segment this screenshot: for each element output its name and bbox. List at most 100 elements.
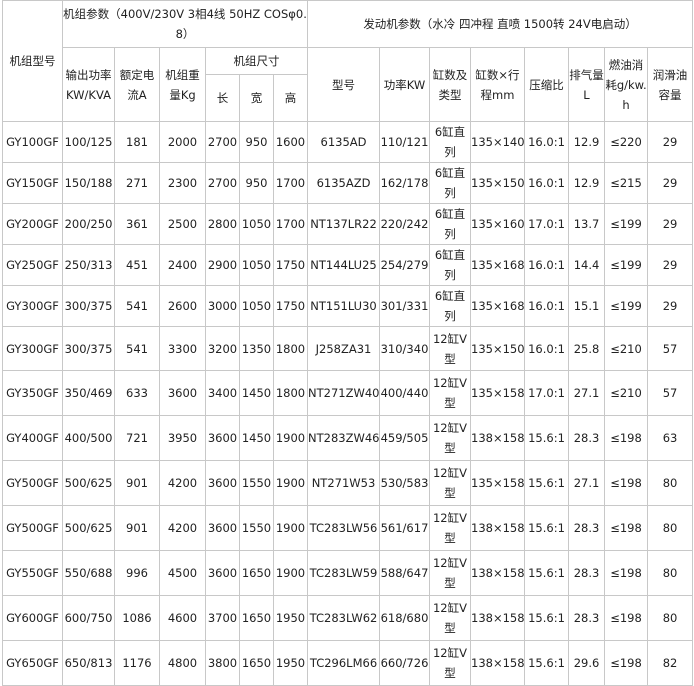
- cell-power: 350/469: [62, 370, 115, 416]
- cell-disp: 12.9: [568, 162, 605, 204]
- cell-fuel: ≤198: [604, 460, 648, 506]
- cell-engine: NT137LR22: [307, 203, 380, 245]
- cell-model: GY350GF: [2, 370, 63, 416]
- cell-model: GY300GF: [2, 326, 63, 371]
- cell-h: 1750: [273, 244, 308, 286]
- cell-current: 996: [114, 550, 160, 596]
- cell-h: 1900: [273, 415, 308, 461]
- cell-ratio: 15.6:1: [524, 460, 569, 506]
- cell-h: 1950: [273, 595, 308, 641]
- cell-engine: 6135AD: [307, 121, 380, 163]
- cell-current: 181: [114, 121, 160, 163]
- cell-ratio: 15.6:1: [524, 595, 569, 641]
- cell-lube: 57: [646, 326, 694, 371]
- header-output-power: 输出功率KW/KVA: [62, 47, 115, 122]
- cell-engine: TC283LW59: [307, 550, 380, 596]
- cell-lube: 29: [646, 285, 694, 327]
- cell-model: GY200GF: [2, 203, 63, 245]
- cell-lube: 29: [646, 121, 694, 163]
- cell-w: 1650: [239, 595, 274, 641]
- cell-weight: 4200: [159, 460, 206, 506]
- header-compression: 压缩比: [524, 47, 569, 122]
- cell-cyl: 12缸V型: [429, 640, 471, 686]
- cell-bore: 138×158: [470, 595, 525, 641]
- cell-weight: 2000: [159, 121, 206, 163]
- cell-model: GY150GF: [2, 162, 63, 204]
- cell-w: 1650: [239, 640, 274, 686]
- cell-fuel: ≤198: [604, 640, 648, 686]
- cell-current: 451: [114, 244, 160, 286]
- cell-model: GY500GF: [2, 505, 63, 551]
- cell-power: 500/625: [62, 505, 115, 551]
- cell-w: 1050: [239, 285, 274, 327]
- cell-current: 1176: [114, 640, 160, 686]
- cell-ratio: 16.0:1: [524, 326, 569, 371]
- cell-bore: 135×158: [470, 460, 525, 506]
- cell-cyl: 12缸V型: [429, 550, 471, 596]
- cell-lube: 80: [646, 505, 694, 551]
- cell-lube: 80: [646, 550, 694, 596]
- cell-power: 550/688: [62, 550, 115, 596]
- cell-cyl: 12缸V型: [429, 505, 471, 551]
- cell-power: 150/188: [62, 162, 115, 204]
- cell-current: 721: [114, 415, 160, 461]
- cell-lube: 29: [646, 244, 694, 286]
- cell-fuel: ≤198: [604, 550, 648, 596]
- cell-l: 2700: [205, 121, 240, 163]
- cell-epower: 110/121: [379, 121, 430, 163]
- cell-ratio: 16.0:1: [524, 121, 569, 163]
- cell-ratio: 16.0:1: [524, 244, 569, 286]
- cell-ratio: 15.6:1: [524, 415, 569, 461]
- cell-bore: 135×158: [470, 370, 525, 416]
- cell-h: 1800: [273, 370, 308, 416]
- cell-epower: 310/340: [379, 326, 430, 371]
- cell-engine: NT144LU25: [307, 244, 380, 286]
- cell-fuel: ≤220: [604, 121, 648, 163]
- cell-h: 1700: [273, 203, 308, 245]
- cell-epower: 220/242: [379, 203, 430, 245]
- table-row: GY500GF 500/625 901 4200 3600 1550 1900 TC283LW…: [2, 505, 694, 551]
- cell-w: 1450: [239, 415, 274, 461]
- cell-bore: 135×168: [470, 244, 525, 286]
- cell-power: 500/625: [62, 460, 115, 506]
- cell-epower: 162/178: [379, 162, 430, 204]
- cell-epower: 254/279: [379, 244, 430, 286]
- cell-w: 1450: [239, 370, 274, 416]
- cell-bore: 138×158: [470, 550, 525, 596]
- cell-power: 200/250: [62, 203, 115, 245]
- cell-weight: 2500: [159, 203, 206, 245]
- cell-l: 3600: [205, 460, 240, 506]
- table-row: GY400GF 400/500 721 3950 3600 1450 1900 NT283ZW…: [2, 415, 694, 461]
- cell-cyl: 6缸直列: [429, 285, 471, 327]
- cell-lube: 80: [646, 595, 694, 641]
- cell-epower: 459/505: [379, 415, 430, 461]
- cell-disp: 27.1: [568, 460, 605, 506]
- cell-engine: NT271W53: [307, 460, 380, 506]
- cell-lube: 80: [646, 460, 694, 506]
- cell-power: 600/750: [62, 595, 115, 641]
- cell-epower: 301/331: [379, 285, 430, 327]
- cell-fuel: ≤199: [604, 285, 648, 327]
- cell-cyl: 6缸直列: [429, 162, 471, 204]
- cell-epower: 618/680: [379, 595, 430, 641]
- cell-bore: 138×158: [470, 415, 525, 461]
- cell-w: 1550: [239, 460, 274, 506]
- cell-fuel: ≤210: [604, 326, 648, 371]
- cell-current: 541: [114, 285, 160, 327]
- cell-power: 300/375: [62, 326, 115, 371]
- header-lube: 润滑油容量: [646, 47, 694, 122]
- cell-disp: 28.3: [568, 550, 605, 596]
- cell-model: GY550GF: [2, 550, 63, 596]
- cell-l: 2800: [205, 203, 240, 245]
- cell-l: 2700: [205, 162, 240, 204]
- cell-ratio: 16.0:1: [524, 285, 569, 327]
- cell-h: 1900: [273, 460, 308, 506]
- header-width: 宽: [239, 74, 274, 122]
- cell-current: 361: [114, 203, 160, 245]
- table-row: GY300GF 300/375 541 2600 3000 1050 1750 NT151LU…: [2, 285, 694, 327]
- cell-lube: 63: [646, 415, 694, 461]
- cell-h: 1800: [273, 326, 308, 371]
- cell-weight: 2400: [159, 244, 206, 286]
- cell-cyl: 6缸直列: [429, 244, 471, 286]
- cell-weight: 3300: [159, 326, 206, 371]
